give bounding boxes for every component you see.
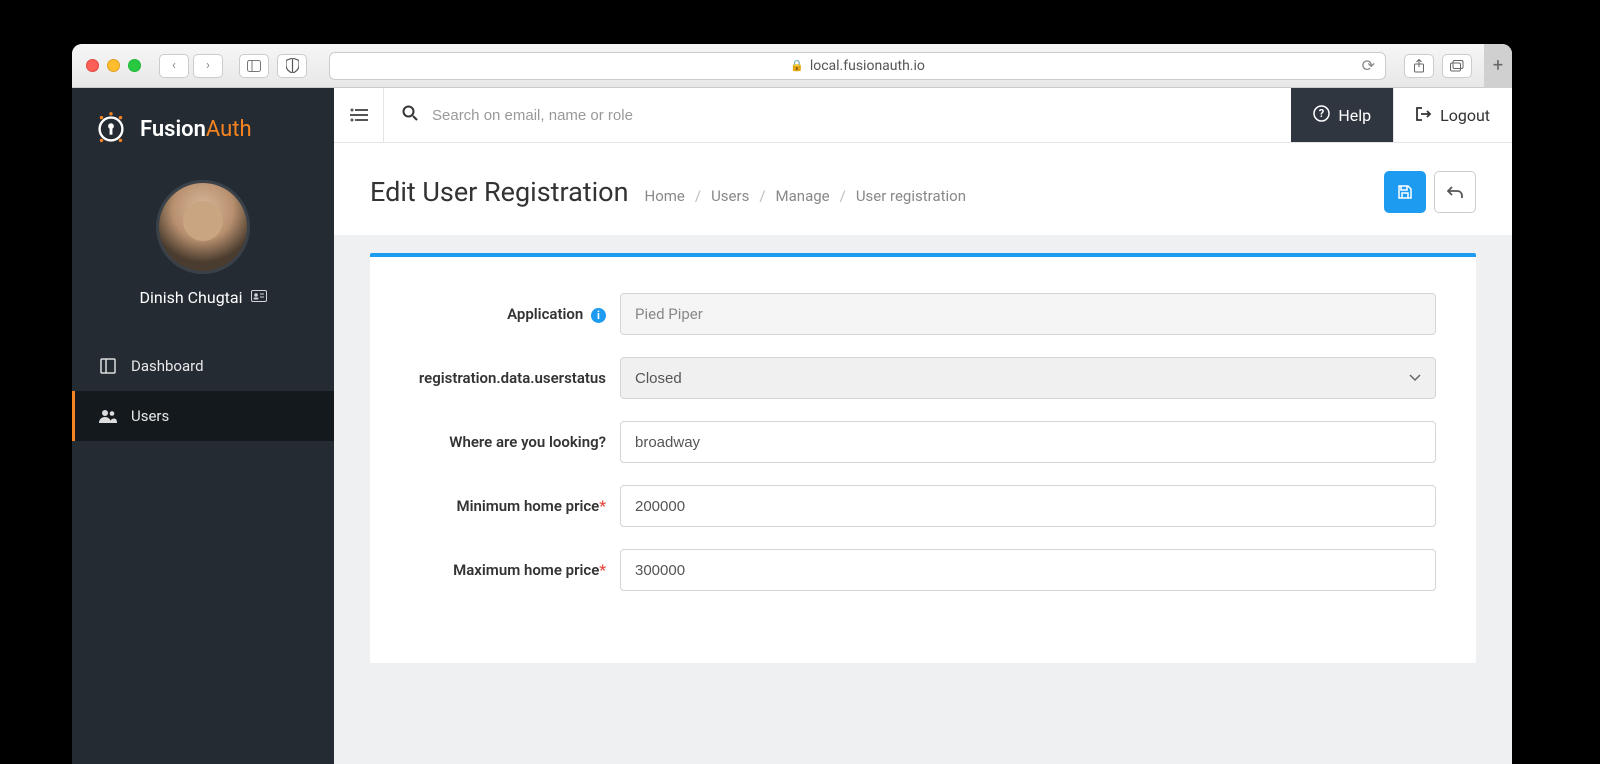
label-userstatus: registration.data.userstatus [410, 369, 620, 387]
id-card-icon[interactable] [251, 290, 267, 306]
share-button[interactable] [1404, 54, 1434, 78]
brand-text: FusionAuth [140, 117, 252, 142]
logout-icon [1416, 106, 1432, 125]
nav-buttons: ‹ › [159, 54, 223, 78]
back-action-button[interactable] [1434, 171, 1476, 213]
sidebar-item-label: Dashboard [131, 357, 204, 375]
content-area: Application i Pied Piper registration.da… [334, 235, 1512, 764]
app-shell: FusionAuth Dinish Chugtai Dashboard [72, 88, 1512, 764]
address-bar[interactable]: 🔒 local.fusionauth.io ⟳ [329, 52, 1386, 80]
forward-button[interactable]: › [193, 54, 223, 78]
application-display: Pied Piper [620, 293, 1436, 335]
topbar: ? Help Logout [334, 88, 1512, 143]
minprice-input[interactable] [620, 485, 1436, 527]
label-application: Application i [410, 305, 620, 323]
lock-icon: 🔒 [790, 59, 804, 72]
breadcrumb: Home / Users / Manage / User registratio… [645, 187, 967, 205]
save-button[interactable] [1384, 171, 1426, 213]
label-minprice: Minimum home price* [410, 497, 620, 515]
help-icon: ? [1313, 105, 1330, 126]
avatar[interactable] [156, 180, 250, 274]
undo-icon [1447, 185, 1463, 199]
info-icon[interactable]: i [591, 308, 606, 323]
users-icon [99, 409, 117, 423]
breadcrumb-manage[interactable]: Manage [776, 187, 830, 205]
form-panel: Application i Pied Piper registration.da… [370, 253, 1476, 663]
label-maxprice: Maximum home price* [410, 561, 620, 579]
toolbar-right [1404, 54, 1472, 78]
help-label: Help [1338, 106, 1371, 125]
window-controls [86, 59, 141, 72]
browser-titlebar: ‹ › 🔒 local.fusionauth.io ⟳ + [72, 44, 1512, 88]
menu-toggle-button[interactable] [334, 88, 384, 142]
row-minprice: Minimum home price* [410, 485, 1436, 527]
back-button[interactable]: ‹ [159, 54, 189, 78]
new-tab-button[interactable]: + [1484, 44, 1512, 88]
main: ? Help Logout Edit User Registration Hom… [334, 88, 1512, 764]
username: Dinish Chugtai [139, 288, 266, 307]
userstatus-select[interactable]: Closed [620, 357, 1436, 399]
search-icon [402, 105, 418, 125]
username-text: Dinish Chugtai [139, 288, 242, 307]
search-box [384, 88, 1291, 142]
svg-text:?: ? [1319, 107, 1325, 120]
row-application: Application i Pied Piper [410, 293, 1436, 335]
search-input[interactable] [432, 107, 1273, 124]
sidebar-item-label: Users [131, 407, 169, 425]
brand-logo-icon [92, 110, 130, 148]
logout-button[interactable]: Logout [1393, 88, 1512, 142]
browser-window: ‹ › 🔒 local.fusionauth.io ⟳ + [72, 44, 1512, 764]
url-text: local.fusionauth.io [810, 58, 925, 74]
sidebar-toggle-button[interactable] [239, 54, 269, 78]
profile-block: Dinish Chugtai [72, 170, 334, 331]
page-actions [1384, 171, 1476, 213]
sidebar-item-dashboard[interactable]: Dashboard [72, 341, 334, 391]
help-button[interactable]: ? Help [1291, 88, 1393, 142]
row-looking: Where are you looking? [410, 421, 1436, 463]
privacy-shield-button[interactable] [277, 54, 307, 78]
sidebar-menu: Dashboard Users [72, 341, 334, 441]
breadcrumb-current: User registration [856, 187, 966, 205]
save-icon [1397, 184, 1413, 200]
maxprice-input[interactable] [620, 549, 1436, 591]
row-userstatus: registration.data.userstatus Closed [410, 357, 1436, 399]
page-header: Edit User Registration Home / Users / Ma… [334, 143, 1512, 235]
reload-icon[interactable]: ⟳ [1362, 56, 1375, 75]
sidebar: FusionAuth Dinish Chugtai Dashboard [72, 88, 334, 764]
dashboard-icon [99, 358, 117, 374]
logout-label: Logout [1440, 106, 1490, 125]
close-window-button[interactable] [86, 59, 99, 72]
minimize-window-button[interactable] [107, 59, 120, 72]
breadcrumb-home[interactable]: Home [645, 187, 685, 205]
maximize-window-button[interactable] [128, 59, 141, 72]
page-title: Edit User Registration [370, 176, 629, 208]
sidebar-item-users[interactable]: Users [72, 391, 334, 441]
brand[interactable]: FusionAuth [72, 88, 334, 170]
tabs-button[interactable] [1442, 54, 1472, 78]
looking-input[interactable] [620, 421, 1436, 463]
label-looking: Where are you looking? [410, 433, 620, 451]
row-maxprice: Maximum home price* [410, 549, 1436, 591]
breadcrumb-users[interactable]: Users [711, 187, 749, 205]
